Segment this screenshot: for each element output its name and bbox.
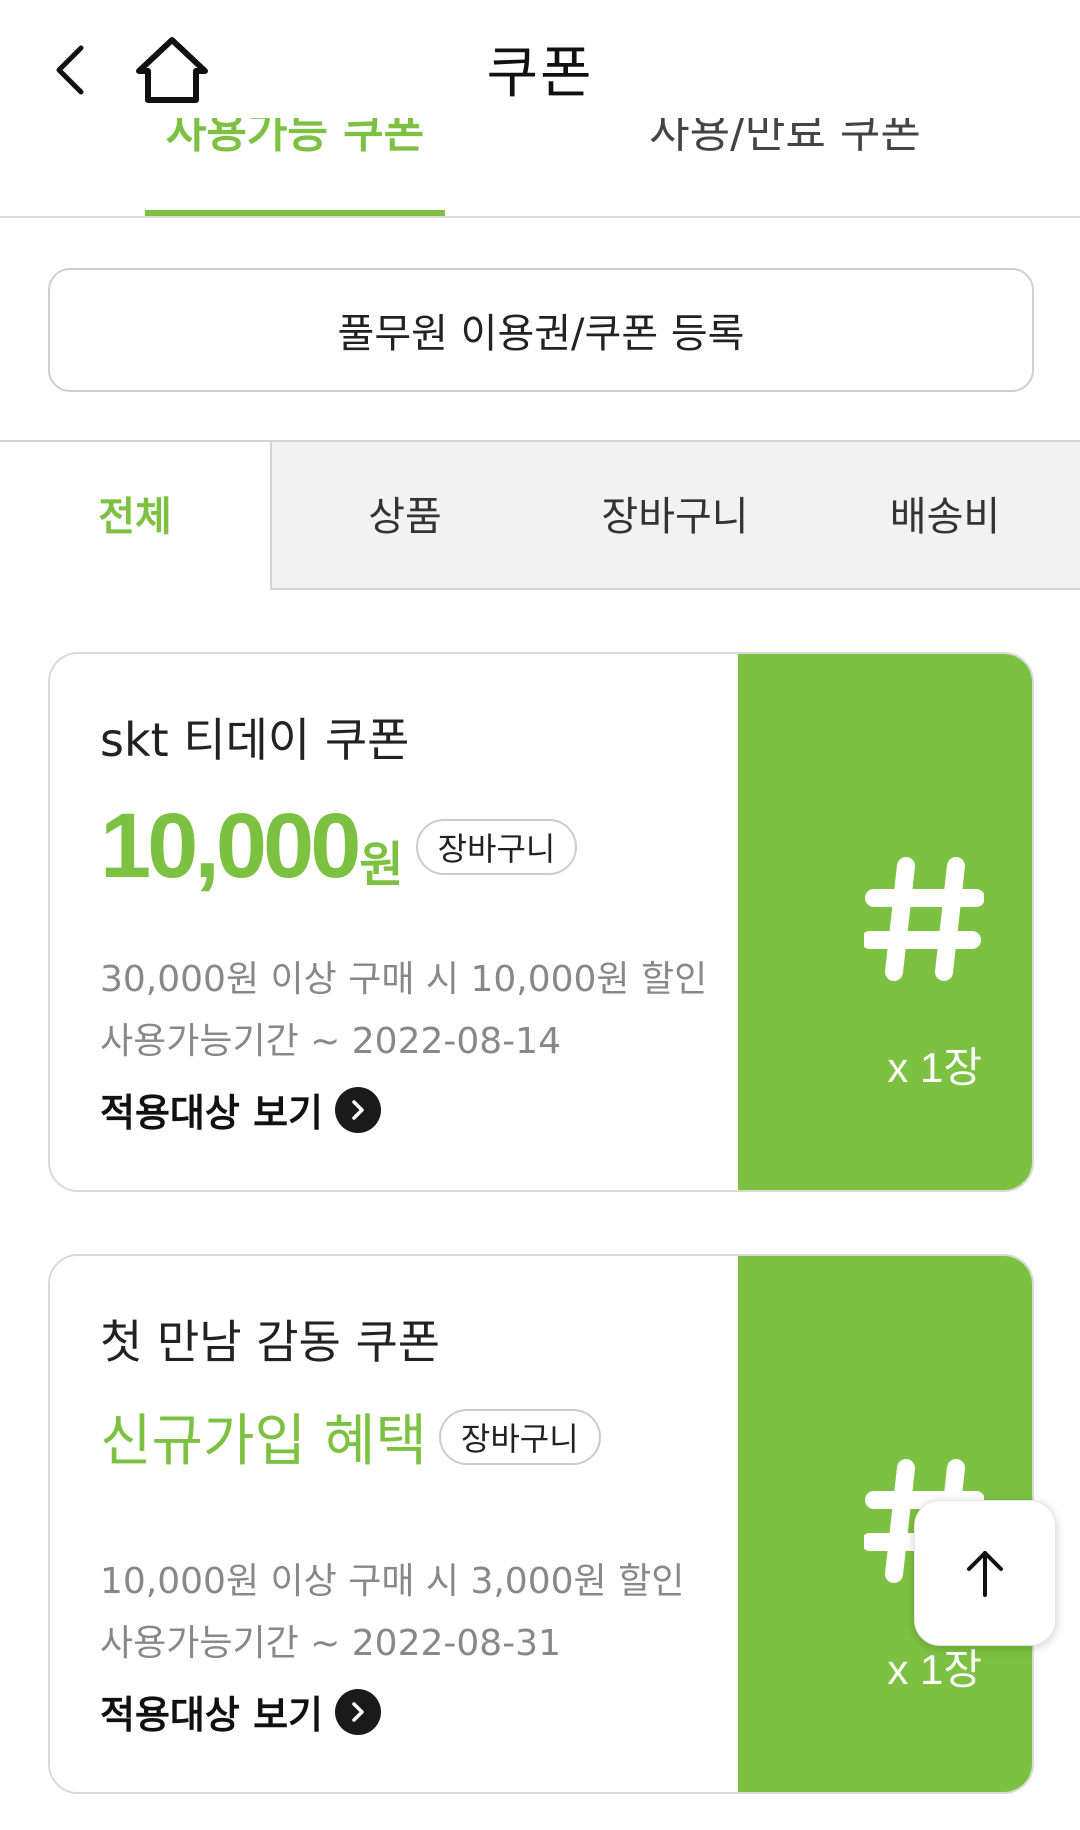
coupon-period: 사용가능기간 ~ 2022-08-31 — [100, 1623, 561, 1664]
coupon-amount-unit: 원 — [359, 836, 404, 893]
tab-used-expired-coupons[interactable]: 사용/만료 쿠폰 — [595, 118, 975, 158]
filter-tab-shipping[interactable]: 배송비 — [870, 484, 1020, 542]
coupon-name: skt 티데이 쿠폰 — [100, 713, 410, 767]
arrow-up-icon — [967, 1551, 1003, 1597]
filter-tab-all[interactable]: 전체 — [60, 484, 210, 542]
coupon-name: 첫 만남 감동 쿠폰 — [100, 1315, 441, 1369]
view-applicable-items-link[interactable]: 적용대상 보기 — [100, 1684, 381, 1739]
coupon-value-row: 신규가입 혜택 장바구니 — [100, 1396, 601, 1477]
coupon-type-badge: 장바구니 — [415, 818, 578, 875]
header: 쿠폰 — [0, 0, 1080, 130]
active-tab-indicator — [145, 210, 445, 216]
view-applicable-items-link[interactable]: 적용대상 보기 — [100, 1082, 381, 1137]
register-coupon-button[interactable]: 풀무원 이용권/쿠폰 등록 — [48, 268, 1034, 392]
coupon-condition: 10,000원 이상 구매 시 3,000원 할인 — [100, 1561, 685, 1602]
chevron-right-icon — [335, 1688, 381, 1735]
coupon-value-row: 10,000 원 장바구니 — [100, 794, 578, 899]
coupon-amount: 10,000 — [100, 795, 361, 897]
hash-icon — [864, 857, 984, 981]
coupon-filter-tabs: 전체 상품 장바구니 배송비 — [0, 440, 1080, 590]
coupon-type-badge: 장바구니 — [438, 1408, 601, 1465]
coupon-quantity: x 1장 — [887, 1044, 982, 1091]
coupon-condition: 30,000원 이상 구매 시 10,000원 할인 — [100, 959, 708, 1000]
filter-tab-product[interactable]: 상품 — [330, 484, 480, 542]
filter-tab-cart[interactable]: 장바구니 — [580, 484, 770, 542]
page-title: 쿠폰 — [486, 41, 594, 106]
scroll-to-top-button[interactable] — [914, 1500, 1056, 1646]
chevron-right-icon — [335, 1086, 381, 1133]
coupon-status-tabs: 사용가능 쿠폰 사용/만료 쿠폰 — [0, 118, 1080, 218]
view-applicable-items-label: 적용대상 보기 — [100, 1693, 323, 1737]
coupon-card: x 1장 skt 티데이 쿠폰 10,000 원 장바구니 30,000원 이상… — [48, 652, 1034, 1192]
coupon-card: x 1장 첫 만남 감동 쿠폰 신규가입 혜택 장바구니 10,000원 이상 … — [48, 1254, 1034, 1794]
view-applicable-items-label: 적용대상 보기 — [100, 1091, 323, 1135]
coupon-period: 사용가능기간 ~ 2022-08-14 — [100, 1021, 561, 1062]
tab-available-coupons[interactable]: 사용가능 쿠폰 — [105, 118, 485, 158]
coupon-benefit: 신규가입 혜택 — [100, 1409, 427, 1474]
